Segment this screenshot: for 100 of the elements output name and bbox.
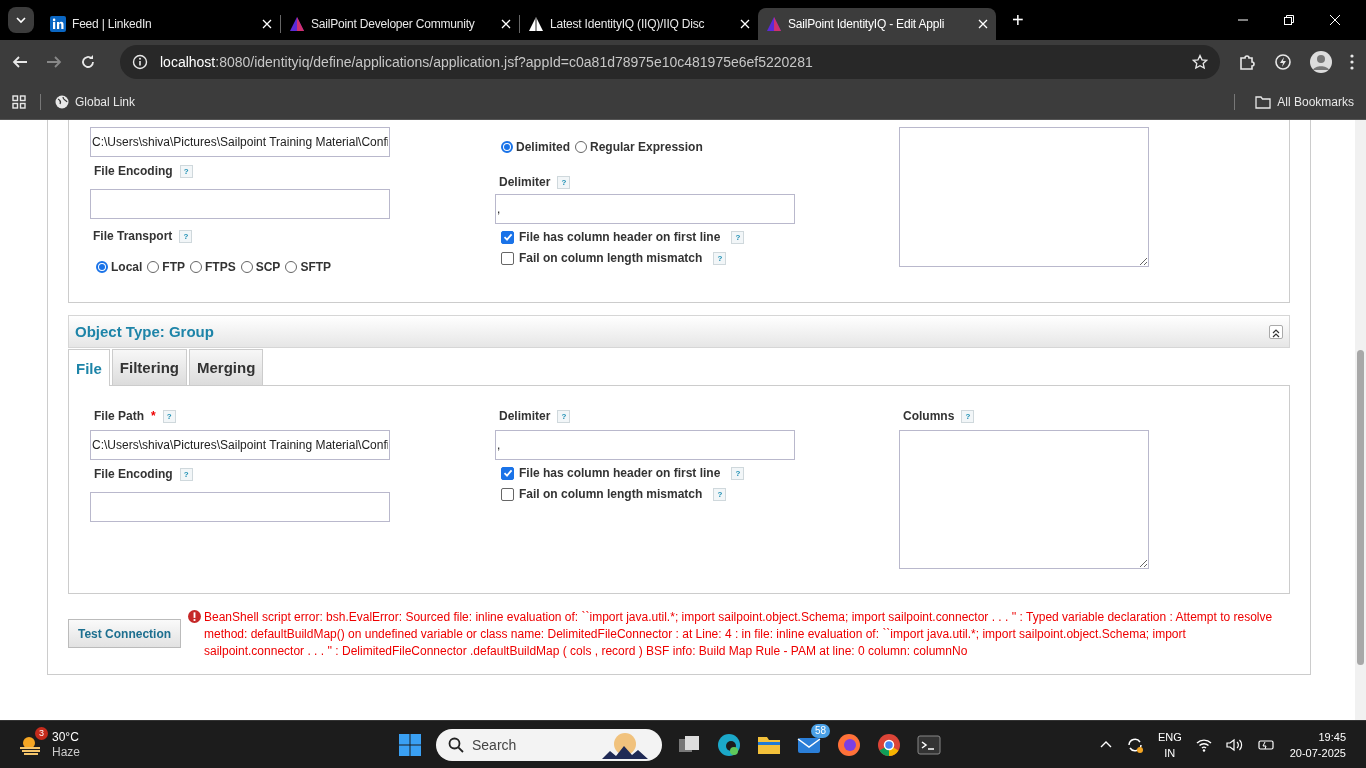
browser-tab[interactable]: SailPoint Developer Community: [281, 8, 519, 40]
radio-button[interactable]: [501, 141, 513, 153]
radio-label: Local: [111, 260, 143, 274]
checkbox[interactable]: [501, 230, 514, 244]
browser-tab[interactable]: Latest IdentityIQ (IIQ)/IIQ Disc: [520, 8, 758, 40]
radio-label: Regular Expression: [590, 140, 703, 154]
field-label: Delimiter: [499, 175, 551, 189]
collapse-button[interactable]: [1269, 324, 1283, 339]
help-icon[interactable]: ?: [731, 230, 745, 244]
field-label: File Transport: [93, 229, 173, 243]
all-bookmarks-link[interactable]: All Bookmarks: [1255, 94, 1354, 109]
file-encoding-field[interactable]: [90, 189, 390, 219]
fox-browser-icon[interactable]: [836, 731, 862, 758]
bookmark-link[interactable]: Global Link: [55, 94, 136, 109]
radio-label: Delimited: [516, 140, 570, 154]
close-icon[interactable]: [978, 19, 988, 29]
section-tab[interactable]: File: [68, 349, 110, 386]
section-tab[interactable]: Merging: [189, 349, 264, 385]
file-encoding-field[interactable]: [90, 492, 390, 522]
clock[interactable]: 19:45 20-07-2025: [1289, 728, 1346, 761]
apps-grid-icon[interactable]: [12, 94, 26, 109]
help-icon[interactable]: ?: [713, 251, 727, 265]
radio-button[interactable]: [147, 261, 160, 273]
new-tab-button[interactable]: +: [1006, 7, 1030, 33]
error-icon: [188, 610, 201, 623]
speaker-icon[interactable]: [1225, 737, 1244, 752]
radio-label: SCP: [255, 260, 281, 274]
tab-search-button[interactable]: [8, 7, 34, 33]
search-field[interactable]: Search: [436, 728, 662, 761]
info-icon[interactable]: [132, 54, 148, 70]
radio-button[interactable]: [240, 261, 253, 273]
linkedin-icon: [50, 16, 66, 32]
puzzle-icon[interactable]: [1238, 53, 1256, 71]
radio-button[interactable]: [96, 261, 108, 273]
start-icon[interactable]: [398, 732, 422, 757]
help-icon[interactable]: ?: [731, 466, 745, 480]
sail-icon: [528, 16, 544, 32]
help-icon[interactable]: ?: [557, 175, 571, 189]
weather-condition: Haze: [52, 744, 80, 760]
field-label: Delimiter: [499, 409, 551, 423]
globe-icon: [55, 94, 69, 109]
chrome-icon[interactable]: [876, 731, 902, 758]
folder-icon: [1255, 94, 1272, 109]
checkbox-label: File has column header on first line: [519, 466, 721, 480]
browser-tab[interactable]: SailPoint IdentityIQ - Edit Appli: [758, 8, 996, 40]
close-icon[interactable]: [501, 19, 511, 29]
field-label: File Encoding: [94, 467, 173, 481]
help-icon[interactable]: ?: [179, 164, 193, 178]
scrollbar[interactable]: [1355, 120, 1366, 720]
help-icon[interactable]: ?: [713, 487, 727, 501]
checkbox-label: File has column header on first line: [519, 230, 721, 244]
file-path-field[interactable]: C:\Users\shiva\Pictures\Sailpoint Training Material\Confi: [90, 430, 390, 460]
avatar-icon[interactable]: [1310, 51, 1332, 73]
required-mark: *: [151, 409, 156, 423]
field-label: File Path: [94, 409, 144, 423]
close-icon[interactable]: [262, 19, 272, 29]
test-connection-button[interactable]: Test Connection: [68, 619, 181, 648]
delimiter-field[interactable]: ,: [495, 430, 795, 460]
star-icon[interactable]: [1192, 54, 1208, 70]
file-path-field[interactable]: C:\Users\shiva\Pictures\Sailpoint Training Material\Confi: [90, 127, 390, 157]
forward-arrow-icon[interactable]: [46, 54, 62, 70]
browser-tab[interactable]: Feed | LinkedIn: [42, 8, 280, 40]
reload-icon[interactable]: [80, 54, 96, 70]
field-label: Columns: [903, 409, 955, 423]
close-icon[interactable]: [1330, 15, 1340, 25]
bolt-circle-icon[interactable]: [1274, 53, 1292, 71]
wifi-icon[interactable]: [1195, 737, 1212, 752]
notification-badge: 3: [35, 726, 48, 740]
help-icon[interactable]: ?: [162, 409, 176, 423]
section-title: Object Type: Group: [75, 323, 214, 340]
radio-label: FTPS: [205, 260, 236, 274]
triangle-logo-icon: [289, 16, 305, 32]
help-icon[interactable]: ?: [179, 229, 193, 243]
radio-button[interactable]: [190, 261, 202, 273]
back-arrow-icon[interactable]: [12, 54, 28, 70]
search-icon: [448, 736, 464, 753]
help-icon[interactable]: ?: [557, 409, 571, 423]
help-icon[interactable]: ?: [961, 409, 975, 423]
language-indicator[interactable]: ENG IN: [1157, 728, 1182, 761]
temperature: 30°C: [52, 729, 80, 745]
checkbox[interactable]: [501, 487, 514, 501]
checkbox-label: Fail on column length mismatch: [519, 251, 703, 265]
radio-button[interactable]: [575, 141, 587, 153]
menu-icon[interactable]: [1350, 54, 1354, 70]
browser-swirl-icon[interactable]: [716, 731, 742, 758]
checkbox[interactable]: [501, 251, 514, 265]
chevron-down-icon: [16, 15, 26, 25]
restore-icon[interactable]: [1284, 15, 1294, 25]
radio-label: FTP: [162, 260, 185, 274]
field-label: File Encoding: [94, 164, 173, 178]
battery-icon[interactable]: [1257, 737, 1276, 752]
delimiter-field[interactable]: ,: [495, 194, 795, 224]
moon-mountains-icon: [600, 730, 650, 759]
help-icon[interactable]: ?: [179, 467, 193, 481]
close-icon[interactable]: [740, 19, 750, 29]
section-tab[interactable]: Filtering: [111, 349, 187, 385]
radio-label: SFTP: [300, 260, 332, 274]
address-bar[interactable]: localhost:8080/identityiq/define/applications/application.jsf?appId=c0a81d78975e10c481975e6ef5220281: [120, 45, 1220, 79]
radio-button[interactable]: [285, 261, 298, 273]
checkbox[interactable]: [501, 466, 514, 480]
